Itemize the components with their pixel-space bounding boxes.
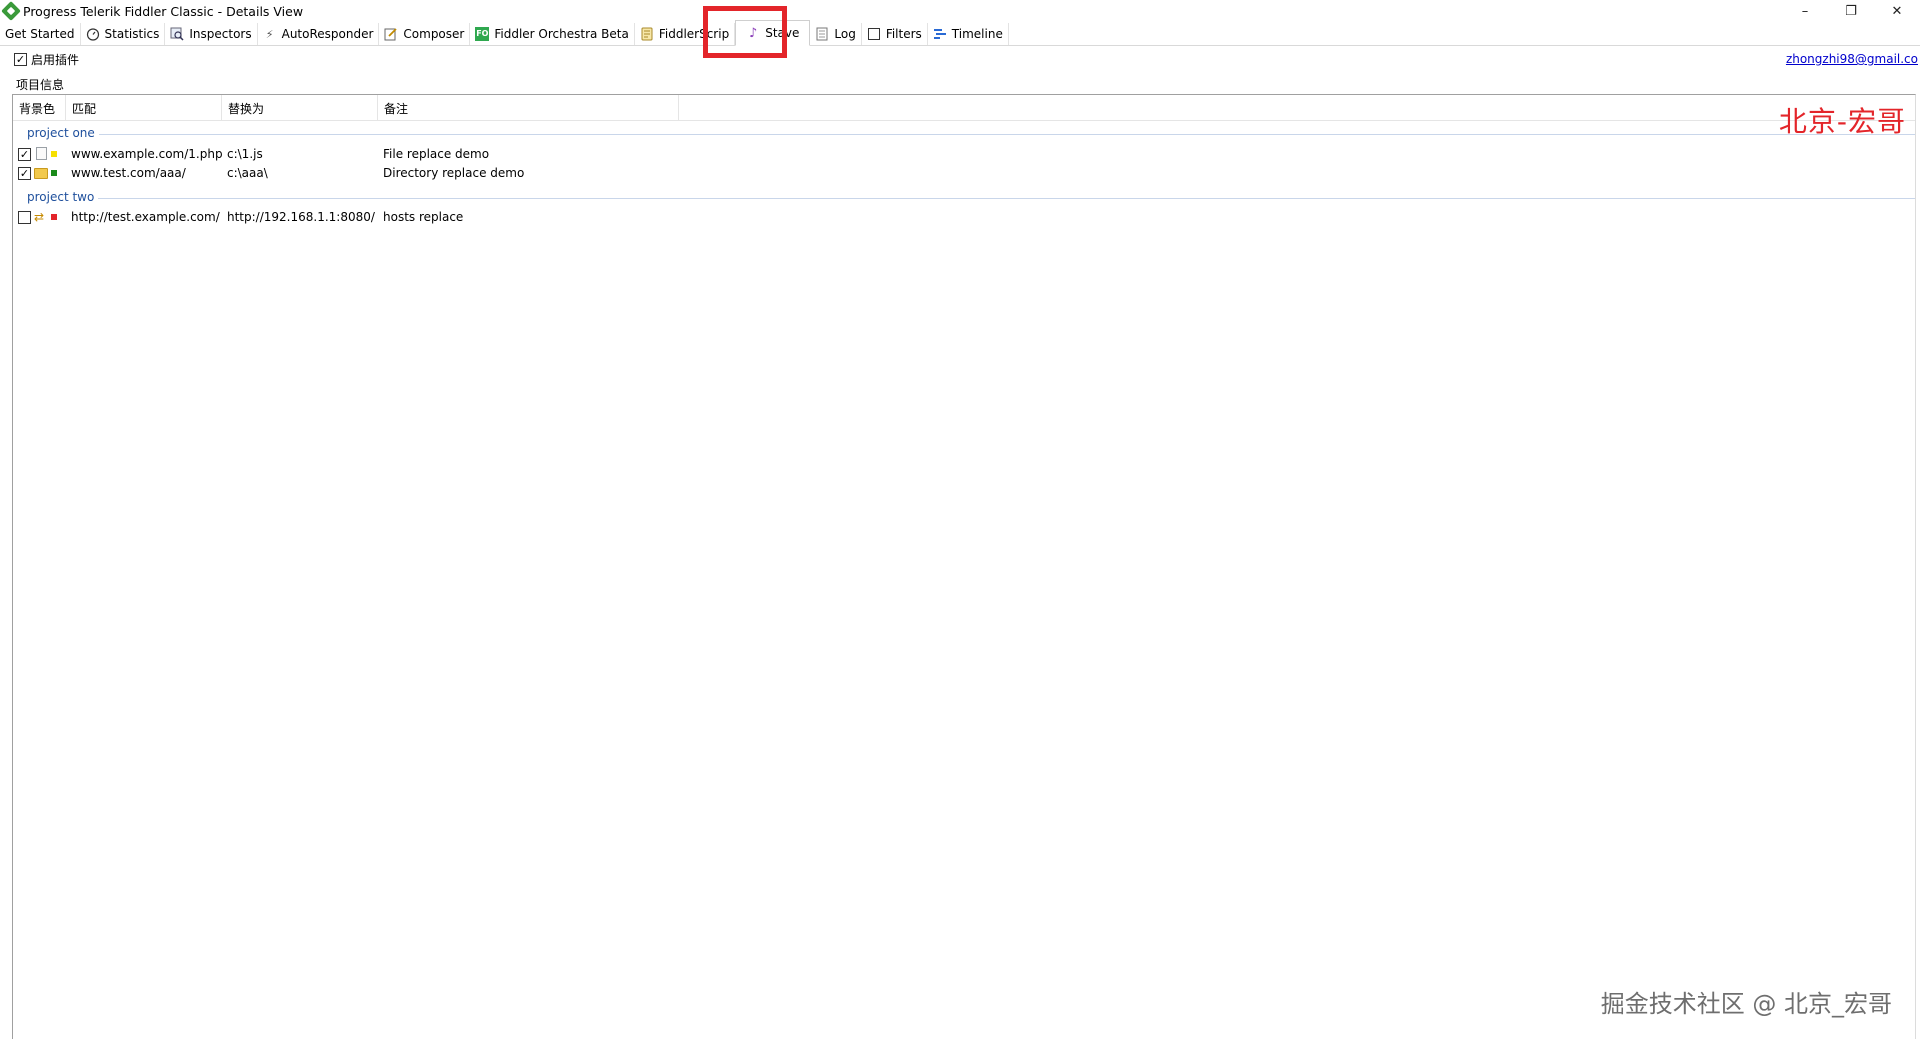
tab-fiddler-orchestra[interactable]: FO Fiddler Orchestra Beta [470,23,635,45]
music-note-icon: ♪ [749,25,758,41]
row-color-swatch [51,214,57,220]
tab-stave[interactable]: ♪ Stave [735,20,811,46]
enable-plugin-toggle[interactable]: ✓ 启用插件 [14,51,79,68]
tab-inspectors[interactable]: Inspectors [165,23,258,45]
inspectors-icon [170,27,184,41]
brand-watermark: 北京-宏哥 [1778,105,1906,138]
tab-statistics[interactable]: Statistics [81,23,166,45]
tab-label: FiddlerScrip [658,27,730,41]
window-title: Progress Telerik Fiddler Classic - Detai… [23,3,304,19]
tab-label: Stave [765,26,800,40]
author-email-link[interactable]: zhongzhi98@gmail.co [1786,52,1918,66]
composer-icon [384,27,398,41]
close-button[interactable]: ✕ [1874,0,1920,22]
file-icon [34,147,48,161]
filter-checkbox-icon [867,27,881,41]
timeline-icon [933,27,947,41]
row-checkbox[interactable] [18,210,31,224]
group-divider [98,197,1915,199]
tab-filters[interactable]: Filters [862,23,928,45]
restore-button[interactable]: ❐ [1828,0,1874,22]
row-status: ✓ [13,166,71,180]
tab-log[interactable]: Log [810,23,862,45]
minimize-button[interactable]: – [1782,0,1828,22]
lightning-icon: ⚡ [265,27,274,41]
group-name: project one [27,126,95,140]
tab-fiddlerscript[interactable]: FiddlerScrip [635,23,736,45]
row-replace: c:\1.js [227,147,263,161]
log-icon [815,27,829,41]
folder-icon [34,166,48,180]
hosts-swap-icon: ⇄ [34,210,45,224]
table-row[interactable]: ⇄ http://test.example.com/ http://192.16… [13,208,1915,226]
column-bgcolor[interactable]: 背景色 [13,95,66,121]
column-replace[interactable]: 替换为 [222,95,378,121]
row-note: File replace demo [383,147,490,161]
tab-label: Fiddler Orchestra Beta [494,27,629,41]
row-color-swatch [51,170,57,176]
row-match: http://test.example.com/ [71,210,220,224]
column-note[interactable]: 备注 [378,95,679,121]
tab-timeline[interactable]: Timeline [928,23,1009,45]
project-list-panel[interactable]: 背景色 匹配 替换为 备注 project one ✓ www.example.… [12,94,1916,1039]
fo-icon: FO [475,27,490,41]
tab-label: Composer [403,27,465,41]
tab-composer[interactable]: Composer [379,23,471,45]
row-note: Directory replace demo [383,166,525,180]
fiddler-logo-icon [1,1,21,21]
tab-label: AutoResponder [281,27,374,41]
row-checkbox[interactable]: ✓ [18,166,31,180]
row-replace: c:\aaa\ [227,166,268,180]
plugin-bar: ✓ 启用插件 zhongzhi98@gmail.co [0,48,1920,70]
row-match: www.example.com/1.php [71,147,223,161]
table-row[interactable]: ✓ www.example.com/1.php c:\1.js File rep… [13,145,1915,163]
row-status: ✓ [13,147,71,161]
enable-plugin-checkbox[interactable]: ✓ [14,52,27,66]
tab-label: Timeline [951,27,1003,41]
row-color-swatch [51,151,57,157]
group-header-project-one[interactable]: project one [13,125,1915,141]
stopwatch-icon [86,27,100,41]
tab-label: Inspectors [189,27,252,41]
tab-strip: Get Started Statistics Inspectors ⚡ Auto… [0,20,1920,46]
title-bar: Progress Telerik Fiddler Classic - Detai… [0,0,1920,22]
project-info-legend: 项目信息 [16,76,69,93]
table-row[interactable]: ✓ www.test.com/aaa/ c:\aaa\ Directory re… [13,164,1915,182]
site-watermark: 掘金技术社区 @ 北京_宏哥 [1600,990,1892,1018]
tab-label: Get Started [5,27,75,41]
group-header-project-two[interactable]: project two [13,189,1915,205]
group-name: project two [27,190,95,204]
column-match[interactable]: 匹配 [66,95,222,121]
script-icon [640,27,654,41]
tab-label: Log [834,27,856,41]
enable-plugin-label: 启用插件 [31,52,80,67]
group-divider [98,133,1915,135]
row-replace: http://192.168.1.1:8080/ [227,210,375,224]
column-headers: 背景色 匹配 替换为 备注 [13,95,1915,121]
tab-label: Filters [885,27,922,41]
row-match: www.test.com/aaa/ [71,166,186,180]
row-status: ⇄ [13,210,71,224]
window-controls: – ❐ ✕ [1782,0,1920,22]
tab-autoresponder[interactable]: ⚡ AutoResponder [258,23,380,45]
tab-get-started[interactable]: Get Started [0,23,81,45]
row-checkbox[interactable]: ✓ [18,147,31,161]
row-note: hosts replace [383,210,464,224]
tab-label: Statistics [104,27,160,41]
